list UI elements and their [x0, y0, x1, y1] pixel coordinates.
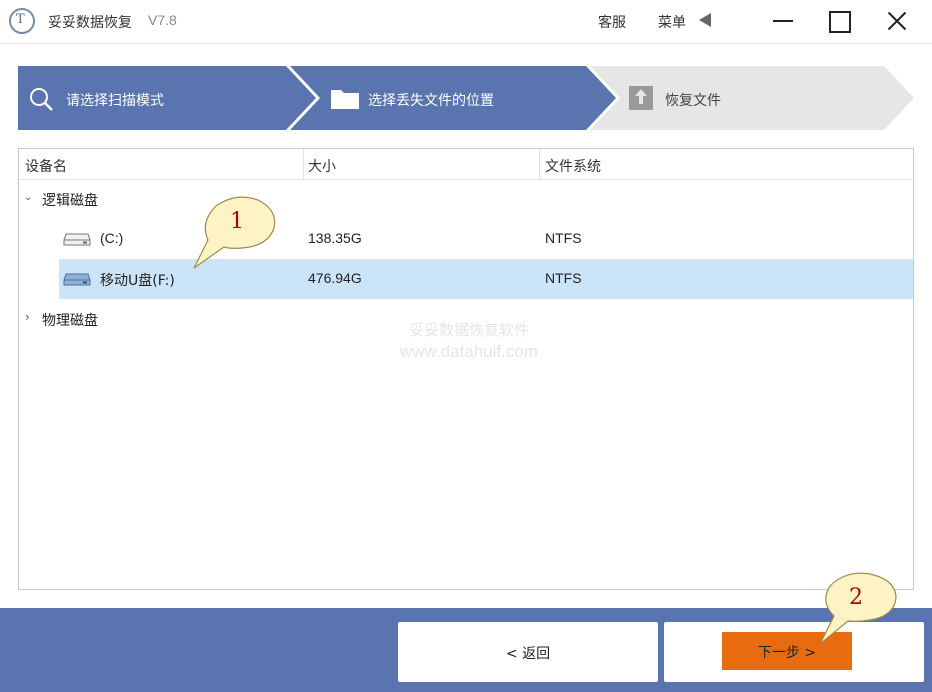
group-label: 物理磁盘 [42, 313, 98, 329]
column-divider[interactable] [539, 149, 540, 179]
search-icon [30, 88, 53, 111]
table-header: 设备名 大小 文件系统 [19, 149, 913, 180]
device-size: 476.94G [308, 270, 362, 286]
group-label: 逻辑磁盘 [42, 193, 98, 209]
watermark-line-2: www.datahuif.com [400, 342, 538, 361]
device-size: 138.35G [308, 230, 362, 246]
column-device-name[interactable]: 设备名 [25, 156, 67, 176]
step-2-label: 选择丢失文件的位置 [368, 93, 494, 109]
help-button[interactable]: 客服 [598, 12, 626, 32]
folder-icon [331, 90, 359, 109]
callout-number-1: 1 [230, 209, 244, 234]
step-1-label: 请选择扫描模式 [66, 93, 164, 109]
device-name: (C:) [100, 230, 124, 246]
device-filesystem: NTFS [545, 230, 582, 246]
table-row[interactable]: (C:) 138.35G NTFS [19, 219, 913, 259]
device-table: 设备名 大小 文件系统 ⌄ 逻辑磁盘 (C:) 138.35G NTFS 移动U… [18, 148, 914, 590]
title-bar: T 妥妥数据恢复 V7.8 客服 菜单 [0, 0, 932, 44]
callout-number-2: 2 [849, 585, 863, 610]
footer-bar: < 返回 下一步 > [0, 608, 932, 692]
chevron-right-icon[interactable]: › [25, 310, 30, 324]
close-button[interactable] [868, 0, 924, 44]
minimize-button[interactable] [758, 0, 814, 44]
usb-drive-icon [63, 273, 91, 286]
app-title: 妥妥数据恢复 [48, 15, 132, 31]
device-filesystem: NTFS [545, 270, 582, 286]
watermark-line-1: 妥妥数据恢复软件 [408, 321, 529, 339]
step-3-label: 恢复文件 [665, 93, 721, 109]
back-button[interactable]: < 返回 [398, 622, 658, 682]
column-divider[interactable] [303, 149, 304, 179]
column-filesystem[interactable]: 文件系统 [545, 156, 601, 176]
wizard-steps: 请选择扫描模式 选择丢失文件的位置 恢复文件 [18, 66, 918, 130]
device-name: 移动U盘(F:) [100, 273, 175, 289]
back-button-label: < 返回 [505, 646, 551, 662]
menu-triangle-icon[interactable] [699, 13, 711, 27]
hard-drive-icon [63, 233, 91, 246]
step-1-shape [18, 66, 316, 130]
column-size[interactable]: 大小 [308, 156, 336, 176]
maximize-button[interactable] [811, 0, 867, 44]
chevron-down-icon[interactable]: ⌄ [24, 192, 32, 203]
app-logo-icon: T [9, 8, 35, 34]
group-row-logical[interactable]: ⌄ 逻辑磁盘 [19, 179, 913, 219]
app-logo-text: T [16, 12, 25, 27]
watermark: 妥妥数据恢复软件 www.datahuif.com [379, 319, 559, 363]
menu-button[interactable]: 菜单 [658, 12, 686, 32]
app-version: V7.8 [148, 12, 177, 28]
upload-icon [629, 86, 653, 110]
